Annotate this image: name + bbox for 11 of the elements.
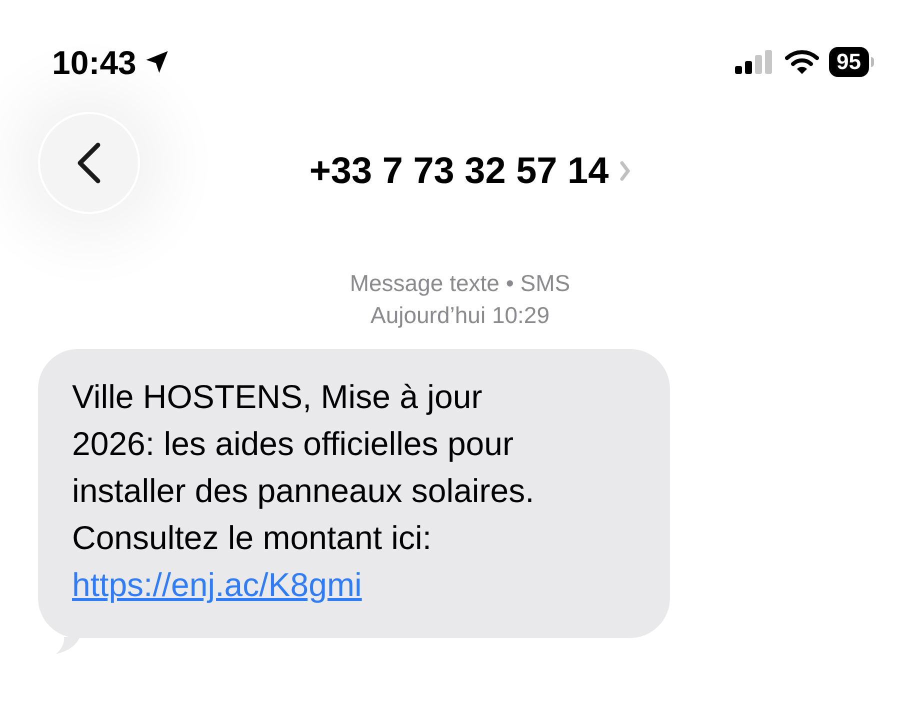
message-service-label: Message texte • SMS bbox=[350, 269, 570, 298]
wifi-icon bbox=[784, 49, 819, 75]
battery-level: 95 bbox=[828, 47, 869, 77]
battery-cap-icon bbox=[871, 57, 874, 67]
location-arrow-icon bbox=[144, 49, 170, 75]
contact-name[interactable]: +33 7 73 32 57 14 bbox=[309, 152, 609, 189]
chevron-icon bbox=[618, 160, 631, 182]
message-timestamp: Aujourd’hui 10:29 bbox=[370, 301, 550, 330]
signal-icon bbox=[734, 50, 775, 74]
message-text: Ville HOSTENS, Mise à jour 2026: les aides officielles pour installer des panneaux solaires. Consultez le montant ici: bbox=[72, 377, 536, 558]
status-time: 10:43 bbox=[52, 46, 136, 78]
